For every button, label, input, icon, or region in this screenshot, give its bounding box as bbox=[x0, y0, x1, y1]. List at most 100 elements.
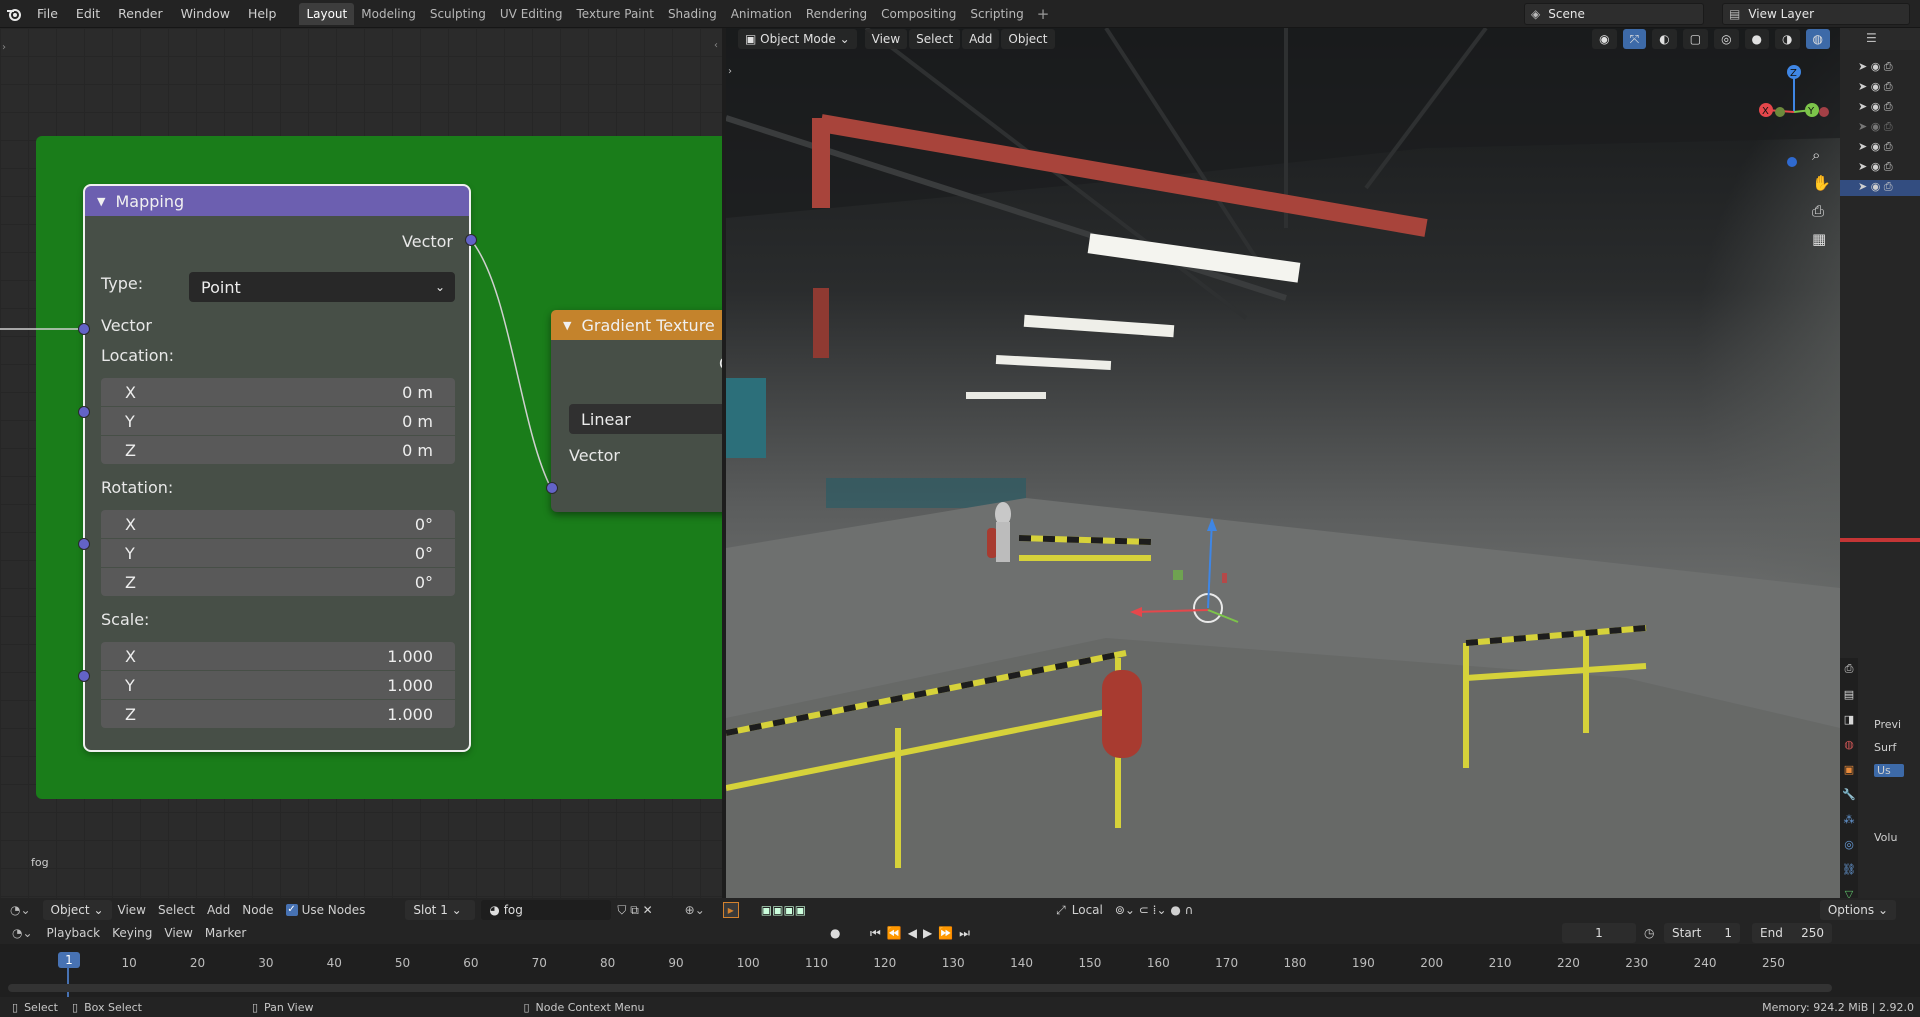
record-icon[interactable]: ● bbox=[830, 926, 840, 940]
menu-window[interactable]: Window bbox=[172, 0, 239, 28]
output-tab-icon[interactable]: ▤ bbox=[1844, 688, 1854, 701]
snapping-icons[interactable]: ⊚⌄ ⊂ ⁞⌄ ● ∩ bbox=[1115, 903, 1194, 917]
tab-texture-paint[interactable]: Texture Paint bbox=[570, 3, 661, 25]
zoom-icon[interactable]: ⌕ bbox=[1812, 146, 1831, 164]
blender-logo-icon[interactable] bbox=[0, 0, 28, 28]
scene-selector[interactable]: ◈ Scene bbox=[1524, 3, 1704, 25]
select-tool-icon[interactable]: ▸ bbox=[722, 902, 739, 918]
viewport-menu-select[interactable]: Select bbox=[909, 29, 961, 49]
tab-animation[interactable]: Animation bbox=[724, 3, 799, 25]
gradient-texture-node[interactable]: ▼ Gradient Texture C Linear Vector bbox=[551, 310, 722, 512]
viewport-menu-view[interactable]: View bbox=[864, 29, 908, 49]
tab-scripting[interactable]: Scripting bbox=[963, 3, 1030, 25]
volume-panel-label[interactable]: Volu bbox=[1874, 831, 1904, 844]
current-frame-field[interactable]: 1 bbox=[1562, 923, 1636, 943]
collapse-icon[interactable]: ▼ bbox=[97, 195, 105, 208]
rotation-x-field[interactable]: X 0° bbox=[101, 510, 455, 538]
viewport-menu-object[interactable]: Object bbox=[1001, 29, 1055, 49]
viewport-menu-add[interactable]: Add bbox=[962, 29, 1000, 49]
material-shading-icon[interactable]: ◑ bbox=[1775, 29, 1800, 49]
gizmo-toggle-icon[interactable]: ⤧ bbox=[1622, 29, 1647, 49]
editor-type-icon[interactable]: ◔⌄ bbox=[10, 903, 31, 917]
gradient-node-header[interactable]: ▼ Gradient Texture bbox=[551, 310, 722, 340]
render-tab-icon[interactable]: ⎙ bbox=[1845, 662, 1854, 676]
collapse-icon[interactable]: ▼ bbox=[563, 319, 571, 332]
solid-shading-icon[interactable]: ● bbox=[1744, 29, 1770, 49]
use-nodes-button[interactable]: Us bbox=[1874, 764, 1904, 777]
timeline-menu-keying[interactable]: Keying bbox=[112, 926, 152, 940]
menu-help[interactable]: Help bbox=[239, 0, 286, 28]
gradient-type-dropdown[interactable]: Linear bbox=[569, 404, 722, 434]
world-tab-icon[interactable]: ◍ bbox=[1844, 738, 1854, 751]
mapping-node[interactable]: ▼ Mapping Vector Type: Point ⌄ Vector Lo… bbox=[83, 184, 471, 752]
start-frame-field[interactable]: Start 1 bbox=[1664, 923, 1740, 943]
rotation-z-field[interactable]: Z 0° bbox=[101, 568, 455, 596]
select-mode-icons[interactable]: ▣▣▣▣ bbox=[761, 903, 806, 917]
clock-icon[interactable]: ◷ bbox=[1644, 926, 1654, 940]
fake-user-icon[interactable]: ⛉ ⧉ ✕ bbox=[617, 903, 652, 918]
rotation-y-field[interactable]: Y 0° bbox=[101, 539, 455, 567]
object-mode-dropdown[interactable]: ▣ Object Mode ⌄ bbox=[738, 29, 857, 49]
mapping-output-socket[interactable] bbox=[465, 234, 477, 246]
modifier-tab-icon[interactable]: 🔧 bbox=[1842, 788, 1856, 801]
tab-sculpting[interactable]: Sculpting bbox=[423, 3, 493, 25]
constraints-tab-icon[interactable]: ⛓ bbox=[1842, 863, 1856, 876]
object-tab-icon[interactable]: ▣ bbox=[1844, 763, 1854, 776]
object-shader-type-dropdown[interactable]: Object ⌄ bbox=[42, 900, 112, 920]
physics-tab-icon[interactable]: ◎ bbox=[1844, 838, 1854, 851]
mapping-type-dropdown[interactable]: Point ⌄ bbox=[189, 272, 455, 302]
pan-hand-icon[interactable]: ✋ bbox=[1812, 174, 1831, 192]
timeline-menu-playback[interactable]: Playback bbox=[47, 926, 101, 940]
transform-pivot-icon[interactable]: ⤢ bbox=[1056, 903, 1066, 918]
outliner-row[interactable]: ➤ ◉ ⎙ bbox=[1840, 100, 1920, 116]
playhead-frame-label[interactable]: 1 bbox=[58, 952, 80, 968]
mapping-scale-socket[interactable] bbox=[78, 670, 90, 682]
outliner-row[interactable]: ➤ ◉ ⎙ bbox=[1840, 160, 1920, 176]
visibility-icon[interactable]: ◉ bbox=[1592, 29, 1617, 49]
node-menu-node[interactable]: Node bbox=[242, 903, 273, 917]
rendered-shading-icon[interactable]: ◍ bbox=[1805, 29, 1830, 49]
particles-tab-icon[interactable]: ⁂ bbox=[1844, 813, 1855, 826]
node-menu-select[interactable]: Select bbox=[158, 903, 195, 917]
playback-controls[interactable]: ⏮⏪◀▶⏩⏭ bbox=[870, 926, 976, 941]
add-workspace-icon[interactable]: + bbox=[1031, 5, 1056, 23]
shader-node-editor[interactable]: ▼ Mapping Vector Type: Point ⌄ Vector Lo… bbox=[0, 28, 722, 901]
menu-file[interactable]: File bbox=[28, 0, 67, 28]
grid-perspective-icon[interactable]: ▦ bbox=[1812, 230, 1831, 248]
outliner-row[interactable]: ➤ ◉ ⎙ bbox=[1840, 140, 1920, 156]
location-x-field[interactable]: X 0 m bbox=[101, 378, 455, 406]
end-frame-field[interactable]: End 250 bbox=[1752, 923, 1832, 943]
location-z-field[interactable]: Z 0 m bbox=[101, 436, 455, 464]
material-selector[interactable]: ◕ fog bbox=[481, 900, 612, 920]
wireframe-shading-icon[interactable]: ◎ bbox=[1714, 29, 1739, 49]
tab-modeling[interactable]: Modeling bbox=[354, 3, 423, 25]
options-dropdown[interactable]: Options ⌄ bbox=[1819, 900, 1896, 920]
menu-render[interactable]: Render bbox=[109, 0, 172, 28]
toolbar-toggle-icon[interactable]: ‹ bbox=[714, 40, 718, 51]
outliner-filter-icon[interactable]: ☰ bbox=[1866, 31, 1877, 45]
use-nodes-checkbox[interactable]: ✓ bbox=[285, 904, 298, 916]
scale-z-field[interactable]: Z 1.000 bbox=[101, 700, 455, 728]
surface-panel-label[interactable]: Surf bbox=[1874, 741, 1904, 754]
timeline-menu-view[interactable]: View bbox=[164, 926, 192, 940]
slot-dropdown[interactable]: Slot 1 ⌄ bbox=[405, 900, 476, 920]
node-menu-view[interactable]: View bbox=[118, 903, 146, 917]
gradient-vector-input-socket[interactable] bbox=[546, 482, 558, 494]
viewport-editor-type-icon[interactable]: ⊕⌄ bbox=[685, 903, 705, 917]
tab-uv-editing[interactable]: UV Editing bbox=[493, 3, 570, 25]
timeline-editor-type-icon[interactable]: ◔⌄ bbox=[12, 926, 33, 940]
outliner-row[interactable]: ➤ ◉ ⎙ bbox=[1840, 80, 1920, 96]
mapping-location-socket[interactable] bbox=[78, 406, 90, 418]
menu-edit[interactable]: Edit bbox=[67, 0, 109, 28]
sidebar-toggle-icon[interactable]: › bbox=[2, 42, 6, 53]
timeline-scrollbar[interactable] bbox=[8, 984, 1832, 992]
scale-x-field[interactable]: X 1.000 bbox=[101, 642, 455, 670]
location-y-field[interactable]: Y 0 m bbox=[101, 407, 455, 435]
outliner-row[interactable]: ➤ ◉ ⎙ bbox=[1840, 60, 1920, 76]
node-menu-add[interactable]: Add bbox=[207, 903, 230, 917]
mapping-vector-input-socket[interactable] bbox=[78, 323, 90, 335]
3d-viewport[interactable]: ▣ Object Mode ⌄ View Select Add Object ◉… bbox=[726, 28, 1840, 901]
mapping-rotation-socket[interactable] bbox=[78, 538, 90, 550]
camera-icon[interactable]: ⎙ bbox=[1812, 202, 1831, 220]
xray-icon[interactable]: ▢ bbox=[1682, 29, 1709, 49]
